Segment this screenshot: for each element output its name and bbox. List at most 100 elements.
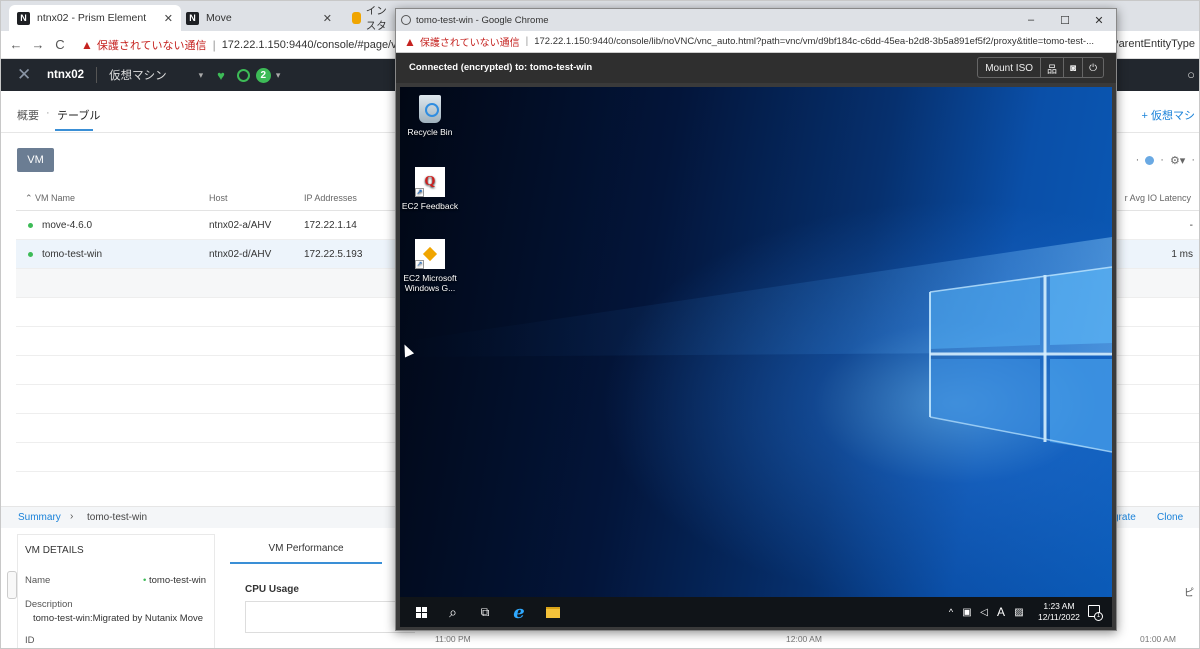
clone-link[interactable]: Clone [1157, 512, 1183, 523]
gear-icon[interactable]: ⚙▾ [1170, 154, 1185, 167]
start-button[interactable] [408, 597, 434, 627]
refresh-icon[interactable] [1145, 156, 1155, 165]
vm-name[interactable]: move-4.6.0 [42, 220, 92, 231]
cluster-name[interactable]: ntnx02 [47, 69, 84, 81]
tab-table[interactable]: テーブル [57, 107, 100, 123]
tab-prism-element[interactable]: N ntnx02 - Prism Element ✕ [9, 5, 181, 31]
divider [96, 67, 98, 83]
screenshot-frame: N ntnx02 - Prism Element ✕ N Move ✕ インスタ… [0, 0, 1200, 649]
insecure-label[interactable]: 保護されていない通信 [420, 34, 520, 49]
ec2-cube-icon: ↗ [415, 239, 445, 269]
cpu-usage-chart [245, 601, 415, 633]
panel-drag-handle[interactable] [7, 571, 17, 599]
vm-name[interactable]: tomo-test-win [42, 249, 102, 260]
ec2-feedback-icon: Q ↗ [415, 167, 445, 197]
tab-vm-performance[interactable]: VM Performance [230, 534, 382, 564]
novnc-toolbar: Connected (encrypted) to: tomo-test-win … [396, 53, 1116, 83]
vm-filter-button[interactable]: VM [17, 148, 54, 172]
network-tray-icon[interactable]: ▣ [960, 597, 974, 627]
windows-taskbar: ⌕ ⧉ e ^ ▣ ◁ A ▨ 1:23 AM 12/11/2022 1 [400, 597, 1112, 627]
chevron-down-icon[interactable]: ▾ [199, 70, 204, 81]
chevron-right-icon: › [70, 511, 74, 522]
globe-icon [401, 15, 411, 25]
notification-count-badge: 1 [1094, 612, 1103, 621]
camera-icon[interactable]: ◙ [1063, 58, 1082, 77]
column-header-host[interactable]: Host [209, 193, 228, 203]
remote-desktop[interactable]: Recycle Bin Q ↗ EC2 Feedback ↗ EC2 Micros… [400, 87, 1112, 597]
recycle-bin-shortcut[interactable]: Recycle Bin [400, 95, 460, 137]
nutanix-x-logo-icon[interactable]: ✕ [17, 65, 35, 85]
close-icon[interactable]: ✕ [1082, 9, 1116, 31]
column-header-ip[interactable]: IP Addresses [304, 193, 357, 203]
column-header-vm-name[interactable]: VM Name [35, 193, 75, 203]
reload-icon[interactable]: C [49, 37, 71, 52]
close-icon[interactable]: ✕ [164, 12, 173, 25]
summary-vm-name: tomo-test-win [87, 512, 148, 523]
vm-host: ntnx02-d/AHV [209, 249, 272, 260]
ec2-feedback-shortcut[interactable]: Q ↗ EC2 Feedback [400, 167, 460, 211]
clock-time: 1:23 AM [1043, 601, 1075, 611]
close-icon[interactable]: ✕ [323, 12, 332, 25]
maximize-icon[interactable]: ☐ [1048, 9, 1082, 31]
icon-label: EC2 Microsoft Windows G... [403, 273, 457, 293]
mount-iso-button[interactable]: Mount ISO [978, 58, 1040, 77]
health-heart-icon[interactable]: ♥ [217, 68, 225, 83]
time-tick-label: 12:00 AM [786, 634, 822, 644]
search-icon[interactable]: ⌕ [440, 597, 466, 627]
url-text-fragment: nParentEntityType [1105, 38, 1195, 50]
description-label: Description [25, 599, 73, 610]
tab-move[interactable]: N Move ✕ [178, 5, 340, 31]
vm-ip: 172.22.5.193 [304, 249, 363, 260]
folder-icon [546, 606, 560, 618]
ime-indicator[interactable]: A [994, 597, 1008, 627]
connection-status: Connected (encrypted) to: tomo-test-win [409, 62, 593, 73]
summary-link[interactable]: Summary [18, 512, 61, 523]
minimize-icon[interactable]: – [1014, 9, 1048, 31]
shortcut-arrow-icon: ↗ [415, 188, 424, 197]
ec2-windows-guide-shortcut[interactable]: ↗ EC2 Microsoft Windows G... [400, 239, 460, 293]
tab-label: インスタ [365, 5, 387, 32]
toolbar-separator: · [1135, 154, 1140, 166]
alert-ring-icon[interactable] [236, 68, 250, 82]
recycle-bin-icon [419, 95, 441, 123]
nutanix-icon: N [17, 11, 30, 25]
vm-console-window: tomo-test-win - Google Chrome – ☐ ✕ ▲ 保護… [395, 8, 1117, 631]
main-menu-dropdown[interactable]: 仮想マシン [109, 67, 167, 83]
chevron-up-icon[interactable]: ^ [945, 597, 957, 627]
windows-logo-icon [415, 606, 427, 618]
search-icon[interactable]: ○ [1187, 67, 1195, 82]
power-icon[interactable]: ⏻ [1082, 58, 1103, 77]
separator: | [525, 36, 529, 47]
tab-overview[interactable]: 概要 [17, 107, 39, 123]
popup-titlebar[interactable]: tomo-test-win - Google Chrome – ☐ ✕ [396, 9, 1116, 31]
vm-host: ntnx02-a/AHV [209, 220, 272, 231]
time-tick-label: 01:00 AM [1140, 634, 1176, 644]
volume-muted-icon[interactable]: ◁ [977, 597, 991, 627]
insecure-label[interactable]: 保護されていない通信 [97, 37, 207, 53]
shortcut-arrow-icon: ↗ [415, 260, 424, 269]
alert-count-badge[interactable]: 2 [255, 67, 271, 83]
add-vm-link[interactable]: + 仮想マシ [1142, 107, 1195, 123]
chevron-down-icon[interactable]: ▾ [276, 70, 281, 81]
keyboard-tray-icon[interactable]: ▨ [1012, 597, 1026, 627]
network-icon[interactable]: 品 [1040, 58, 1063, 77]
popup-url-text[interactable]: 172.22.1.150:9440/console/lib/noVNC/vnc_… [534, 36, 1094, 47]
internet-explorer-icon[interactable]: e [506, 597, 532, 627]
status-dot [28, 223, 33, 228]
back-arrow-icon[interactable]: ← [5, 37, 27, 52]
warning-icon: ▲ [404, 34, 416, 49]
sort-icon[interactable]: ⌃ [25, 193, 33, 204]
table-toolbar: · · ⚙▾ · [1136, 154, 1195, 167]
wallpaper-window-beams [400, 237, 1112, 453]
forward-arrow-icon[interactable]: → [27, 37, 49, 52]
icon-label: EC2 Feedback [401, 201, 459, 211]
description-value: tomo-test-win:Migrated by Nutanix Move [33, 613, 204, 624]
aws-icon [352, 12, 361, 24]
warning-icon: ▲ [81, 37, 93, 52]
clock[interactable]: 1:23 AM 12/11/2022 [1038, 601, 1080, 623]
task-view-icon[interactable]: ⧉ [472, 597, 498, 627]
window-controls: – ☐ ✕ [1014, 9, 1116, 31]
column-header-io-latency[interactable]: r Avg IO Latency [1125, 193, 1191, 203]
file-explorer-button[interactable] [540, 597, 566, 627]
vm-io-latency: - [1189, 220, 1193, 231]
